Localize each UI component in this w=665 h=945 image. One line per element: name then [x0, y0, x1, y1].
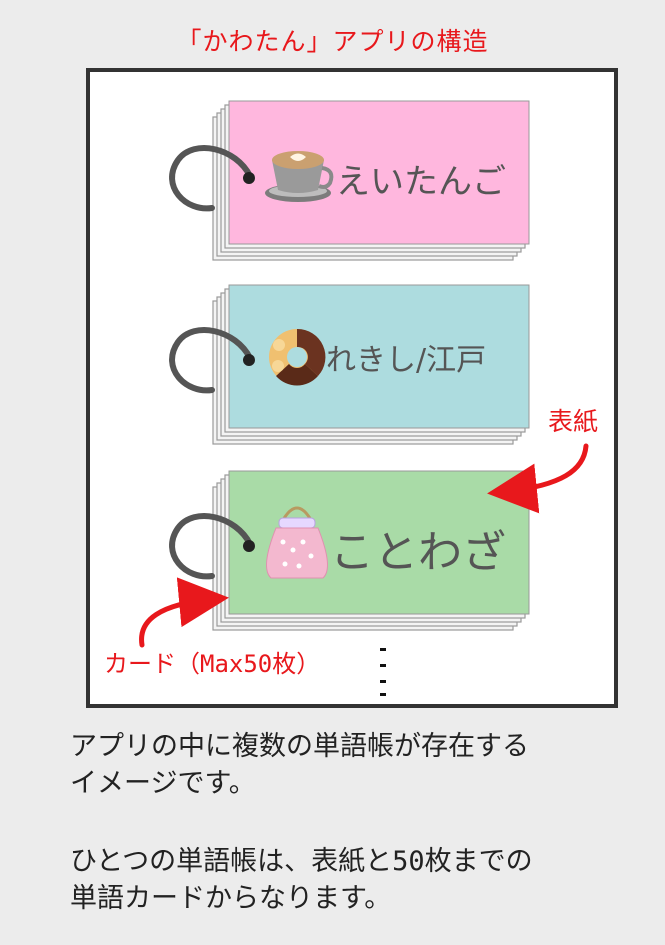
wordbook-label: えいたんご: [336, 162, 506, 202]
description-line: 単語カードからなります。: [70, 883, 392, 914]
wordbook-diagram: えいたんご れきし/江戸 ことわざ 表紙 カード（Max50枚）: [104, 100, 598, 696]
description-line: ひとつの単語帳は、表紙と50枚までの: [70, 846, 533, 877]
cover-annotation: 表紙: [548, 407, 598, 436]
punch-hole: [243, 172, 255, 184]
description-paragraph-2: ひとつの単語帳は、表紙と50枚までの 単語カードからなります。: [70, 843, 640, 917]
wordbook-label: ことわざ: [330, 527, 506, 578]
description-line: イメージです。: [70, 768, 256, 799]
wordbook-1: えいたんご: [169, 100, 530, 261]
punch-hole: [243, 540, 255, 552]
description-paragraph-1: アプリの中に複数の単語帳が存在する イメージです。: [70, 728, 640, 802]
punch-hole: [243, 354, 255, 366]
card-arrow: [139, 577, 229, 648]
continuation-marks: [380, 648, 386, 696]
wordbook-3: ことわざ: [169, 470, 530, 631]
card-annotation: カード（Max50枚）: [104, 650, 320, 678]
wordbook-2: れきし/江戸: [169, 284, 530, 445]
wordbook-label: れきし/江戸: [326, 343, 486, 378]
description-line: アプリの中に複数の単語帳が存在する: [70, 731, 529, 762]
donut-icon: [269, 328, 326, 386]
